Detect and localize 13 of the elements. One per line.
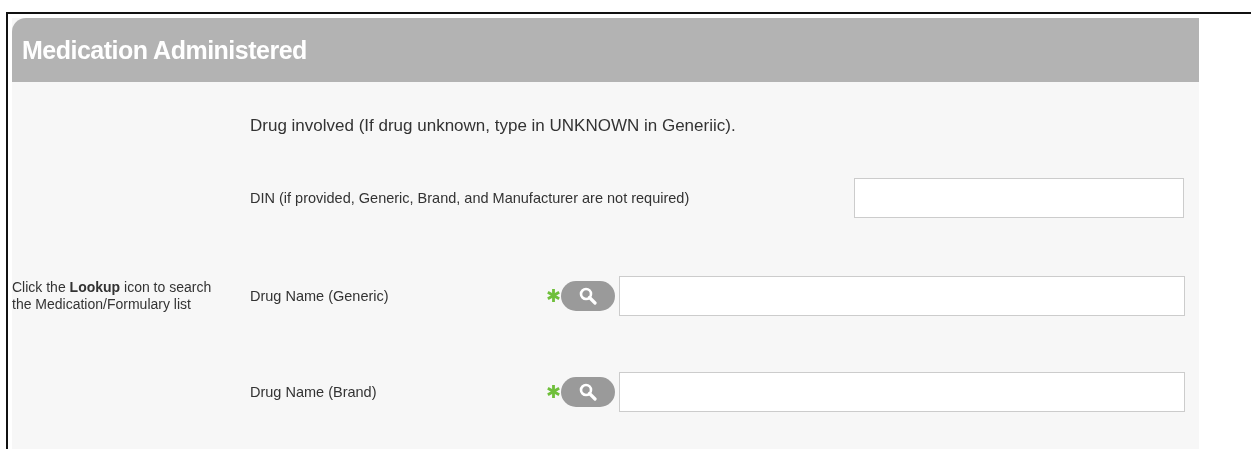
instruction-text: Drug involved (If drug unknown, type in UNKNOWN in Generiic).	[250, 116, 737, 136]
input-field[interactable]	[619, 275, 1185, 316]
search-icon	[579, 286, 597, 305]
lookup-button[interactable]	[561, 376, 615, 407]
input-field[interactable]	[854, 178, 1184, 218]
field-label: DIN (if provided, Generic, Brand, and Manufacturer are not required)	[250, 190, 691, 206]
lookup-hint: Click the Lookup icon to search the Medication/Formulary list	[12, 278, 213, 313]
field-label: Drug Name (Brand)	[250, 383, 378, 400]
search-icon	[579, 382, 597, 401]
section-title: Medication Administered	[22, 35, 307, 65]
input-field[interactable]	[619, 371, 1185, 412]
field-label: Drug Name (Generic)	[250, 287, 390, 304]
lookup-button[interactable]	[561, 280, 615, 311]
